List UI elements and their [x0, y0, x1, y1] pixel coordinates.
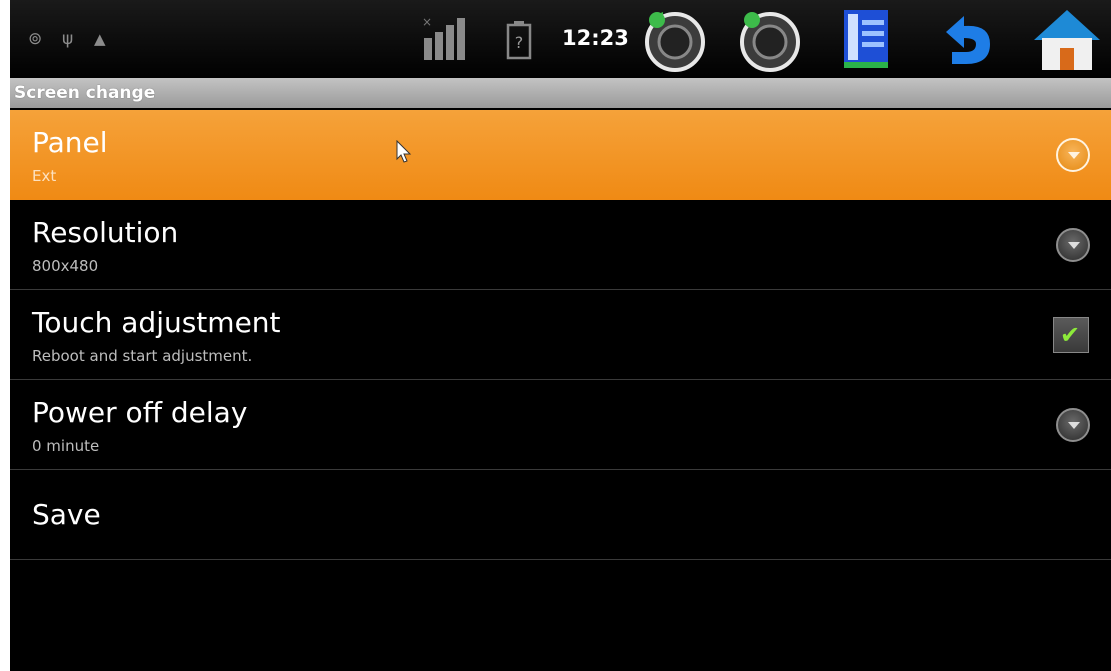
dropdown-arrow-icon[interactable]: [1056, 408, 1090, 442]
setting-summary: 0 minute: [32, 437, 100, 455]
setting-summary: Ext: [32, 167, 57, 185]
setting-summary: 800x480: [32, 257, 99, 275]
svg-text:×: ×: [422, 16, 432, 29]
checkmark-icon: ✔: [1060, 321, 1081, 349]
home-icon[interactable]: [1030, 6, 1104, 72]
setting-row-resolution[interactable]: Resolution 800x480: [10, 200, 1111, 290]
menu-icon[interactable]: [830, 6, 904, 72]
section-header: Screen change: [10, 78, 1111, 108]
back-icon[interactable]: [928, 6, 1002, 72]
mouse-cursor-icon: [396, 140, 412, 163]
clock: 12:23: [562, 26, 629, 50]
android-settings-screen: ⊚ ψ ▲ × ? 12:23 Screen change Panel Ext …: [10, 0, 1111, 671]
signal-strength-icon: ×: [422, 16, 465, 60]
svg-text:?: ?: [515, 33, 524, 52]
setting-row-panel[interactable]: Panel Ext: [10, 110, 1111, 200]
setting-summary: Reboot and start adjustment.: [32, 347, 253, 365]
setting-row-power-off-delay[interactable]: Power off delay 0 minute: [10, 380, 1111, 470]
save-button[interactable]: Save: [10, 470, 1111, 560]
dropdown-arrow-icon[interactable]: [1056, 228, 1090, 262]
setting-title: Touch adjustment: [32, 306, 281, 339]
status-bar: ⊚ ψ ▲ × ? 12:23: [10, 0, 1111, 78]
gps-icon: ⊚: [28, 29, 43, 49]
usb-icon: ψ: [62, 29, 74, 49]
touch-adjustment-checkbox[interactable]: ✔: [1053, 317, 1089, 353]
dropdown-arrow-icon[interactable]: [1056, 138, 1090, 172]
setting-row-touch-adjustment[interactable]: Touch adjustment Reboot and start adjust…: [10, 290, 1111, 380]
setting-title: Panel: [32, 126, 108, 159]
setting-title: Power off delay: [32, 396, 248, 429]
battery-unknown-icon: ?: [506, 21, 532, 60]
volume-down-icon[interactable]: [637, 6, 711, 72]
save-label: Save: [32, 498, 101, 531]
volume-up-icon[interactable]: [732, 6, 806, 72]
android-debug-icon: ▲: [94, 30, 106, 48]
setting-title: Resolution: [32, 216, 179, 249]
